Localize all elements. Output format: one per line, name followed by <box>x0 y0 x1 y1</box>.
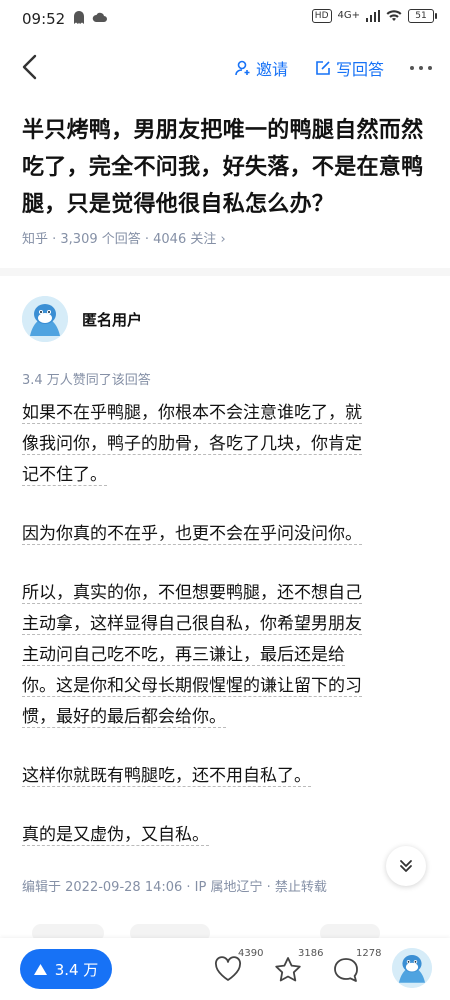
like-count: 4390 <box>238 948 264 959</box>
comment-button[interactable]: 1278 <box>332 948 381 988</box>
favorite-button[interactable]: 3186 <box>274 948 323 988</box>
edit-icon <box>316 61 330 75</box>
like-button[interactable]: 4390 <box>214 948 263 988</box>
section-divider <box>0 268 450 276</box>
battery-level: 51 <box>408 9 437 23</box>
person-add-icon <box>235 60 250 76</box>
back-button[interactable] <box>16 52 46 82</box>
answer-author[interactable]: 匿名用户 <box>22 296 142 342</box>
answer-line: 这样你就既有鸭腿吃，还不用自私了。 <box>22 766 311 787</box>
upvote-count: 3.4 万 <box>54 960 99 979</box>
cloud-icon <box>92 12 107 22</box>
invite-label: 邀请 <box>255 60 288 79</box>
answer-paragraph: 真的是又虚伪，又自私。 <box>22 820 434 851</box>
collapse-answer-button[interactable] <box>386 846 426 886</box>
invite-button[interactable]: 邀请 <box>234 56 288 80</box>
answer-line: 记不住了。 <box>22 465 107 486</box>
question-title[interactable]: 半只烤鸭，男朋友把唯一的鸭腿自然而然吃了，完全不问我，好失落，不是在意鸭腿，只是… <box>22 112 434 223</box>
double-chevron-down-icon <box>400 860 412 872</box>
answer-paragraph: 因为你真的不在乎，也更不会在乎问没问你。 <box>22 519 434 550</box>
network-type: 4G+ <box>337 10 361 21</box>
answer-paragraph: 如果不在乎鸭腿，你根本不会注意谁吃了，就 像我问你，鸭子的肋骨，各吃了几块，你肯… <box>22 398 434 491</box>
heart-icon <box>215 956 241 981</box>
signal-icon <box>366 10 380 22</box>
status-notification-icons <box>72 10 108 26</box>
ghost-icon <box>74 11 84 24</box>
status-bar: 09:52 HD 4G+ 51 <box>0 0 450 40</box>
author-name[interactable]: 匿名用户 <box>82 309 142 330</box>
avatar[interactable] <box>22 296 68 342</box>
dot-icon <box>428 66 432 70</box>
answer-line: 惯，最好的最后都会给你。 <box>22 707 226 728</box>
favorite-count: 3186 <box>298 948 324 959</box>
status-right: HD 4G+ 51 <box>311 9 437 23</box>
status-time: 09:52 <box>22 10 66 28</box>
comment-icon <box>334 958 358 982</box>
comment-count: 1278 <box>356 948 382 959</box>
answer-line: 像我问你，鸭子的肋骨，各吃了几块，你肯定 <box>22 434 362 455</box>
edit-info: 编辑于 2022-09-28 14:06 · IP 属地辽宁 · 禁止转载 <box>22 880 327 895</box>
answer-line: 所以，真实的你，不但想要鸭腿，还不想自己 <box>22 583 362 604</box>
dot-icon <box>410 66 414 70</box>
star-icon <box>275 957 301 982</box>
dot-icon <box>419 66 423 70</box>
answer-paragraph: 所以，真实的你，不但想要鸭腿，还不想自己 主动拿，这样显得自己很自私，你希望男朋… <box>22 578 434 733</box>
answer-line: 因为你真的不在乎，也更不会在乎问没问你。 <box>22 524 362 545</box>
write-answer-button[interactable]: 写回答 <box>314 56 384 80</box>
answer-line: 真的是又虚伪，又自私。 <box>22 825 209 846</box>
anonymous-avatar-icon <box>22 296 68 342</box>
wifi-icon <box>386 10 402 21</box>
answer-line: 主动拿，这样显得自己很自私，你希望男朋友 <box>22 614 362 635</box>
upvote-summary: 3.4 万人赞同了该回答 <box>22 373 151 388</box>
more-options-button[interactable] <box>410 58 432 78</box>
hd-badge: HD <box>311 9 332 23</box>
chevron-left-icon <box>22 54 37 80</box>
write-answer-label: 写回答 <box>335 60 384 79</box>
question-meta[interactable]: 知乎 · 3,309 个回答 · 4046 关注 › <box>22 228 226 247</box>
answer-line: 主动问自己吃不吃，再三谦让，最后还是给 <box>22 645 345 666</box>
bottom-action-bar: 3.4 万 4390 3186 1278 <box>0 938 450 1000</box>
upvote-button[interactable]: 3.4 万 <box>20 949 112 989</box>
anonymous-avatar-icon <box>392 948 432 988</box>
top-nav-bar: 邀请 写回答 <box>0 42 450 94</box>
answer-paragraph: 这样你就既有鸭腿吃，还不用自私了。 <box>22 761 434 792</box>
answer-line: 如果不在乎鸭腿，你根本不会注意谁吃了，就 <box>22 403 362 424</box>
triangle-up-icon <box>33 963 47 975</box>
answer-line: 你。这是你和父母长期假惺惺的谦让留下的习 <box>22 676 362 697</box>
bottom-avatar[interactable] <box>392 948 432 988</box>
answer-body: 如果不在乎鸭腿，你根本不会注意谁吃了，就 像我问你，鸭子的肋骨，各吃了几块，你肯… <box>22 398 434 879</box>
